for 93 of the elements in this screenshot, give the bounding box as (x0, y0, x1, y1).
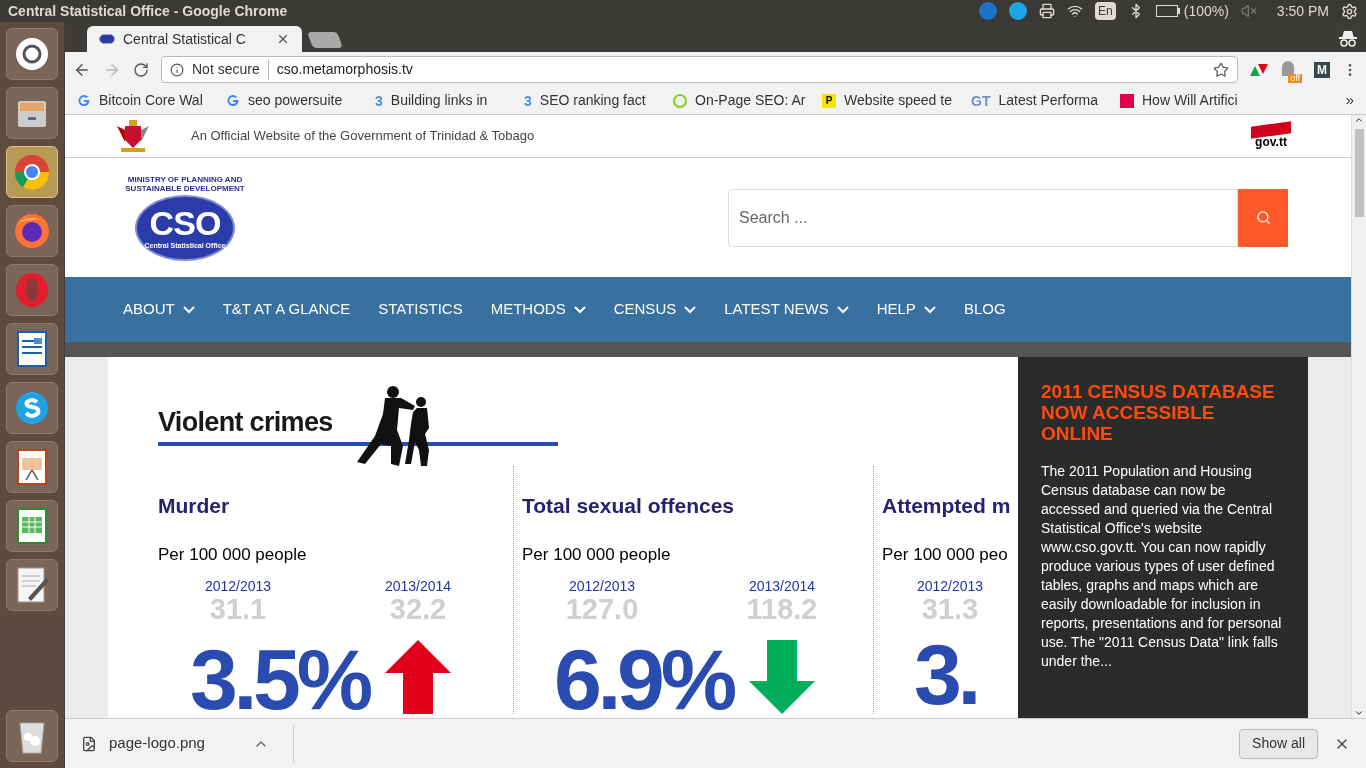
year-label: 2013/2014 (384, 579, 452, 593)
nav-link[interactable]: LATEST NEWS (724, 298, 849, 321)
year-label: 2012/2013 (568, 579, 636, 593)
info-icon[interactable] (170, 62, 184, 77)
download-filename[interactable]: page-logo.png (109, 732, 205, 755)
down-arrow-icon (748, 640, 815, 714)
year-label: 2012/2013 (916, 579, 984, 593)
volume-muted-icon[interactable] (1240, 3, 1257, 19)
keyboard-language[interactable]: En (1095, 2, 1116, 20)
bookmark-title: On-Page SEO: Ar (695, 91, 806, 110)
off-badge: off (1288, 73, 1302, 83)
bookmark-title: Website speed te (844, 91, 952, 110)
power-gear-icon[interactable] (1341, 2, 1358, 20)
favicon-square: P (822, 93, 836, 108)
file-icon (81, 735, 97, 752)
browser-tab[interactable]: Central Statistical C (87, 26, 302, 52)
favicon-text: 3 (375, 93, 383, 108)
google-g-icon (77, 93, 91, 108)
bookmark-item[interactable]: GT Latest Performa (971, 90, 1106, 111)
show-all-button[interactable]: Show all (1239, 728, 1318, 759)
change-percent: 3.5% (190, 645, 369, 714)
fox-browser-icon[interactable] (6, 205, 58, 257)
battery-percent: (100%) (1183, 1, 1229, 21)
reload-icon[interactable] (133, 61, 149, 78)
nav-link[interactable]: BLOG (963, 298, 1006, 321)
presentation-icon[interactable] (6, 441, 58, 493)
bookmark-title: SEO ranking fact (539, 91, 646, 110)
bookmark-title: How Will Artifici (1142, 91, 1238, 110)
up-arrow-icon (384, 640, 451, 714)
url-text: cso.metamorphosis.tv (276, 60, 413, 79)
stat-title: Total sexual offences (522, 493, 734, 519)
security-label: Not secure (192, 59, 269, 80)
favicon-text: 3 (524, 93, 532, 108)
ubuntu-logo-icon[interactable] (6, 28, 58, 80)
stat-unit: Per 100 000 people (158, 543, 307, 566)
search-button[interactable] (1238, 188, 1288, 247)
bookmark-item[interactable]: How Will Artifici (1120, 90, 1255, 111)
window-title: Central Statistical Office - Google Chrome (8, 1, 288, 21)
search-field[interactable]: Search ... (728, 188, 1238, 247)
government-banner-text: An Official Website of the Government of Trinidad & Tobago (191, 127, 535, 146)
close-icon[interactable] (276, 32, 290, 46)
stat-unit: Per 100 000 people (522, 543, 671, 566)
year-label: 2013/2014 (748, 579, 816, 593)
bookmark-star-icon[interactable] (1213, 61, 1229, 78)
incognito-icon (1338, 30, 1358, 48)
address-bar[interactable]: Not secure cso.metamorphosis.tv (161, 56, 1238, 83)
bookmark-title: seo powersuite (248, 91, 343, 110)
printer-icon[interactable] (1039, 3, 1056, 19)
spreadsheet-icon[interactable] (6, 500, 58, 552)
change-percent: 6.9% (554, 645, 733, 714)
news-body: The 2011 Population and Housing Census database can now be accessed and queried via the Central Statistical Office's website www.cso.gov.tt. You can now rapidly produce various types of user defined tables, graphs and maps which are easily downloadable for inclusion in reports, presentations and for personal use. The "2011 Census Data" link falls under the... (1041, 462, 1283, 671)
stat-title: Murder (158, 493, 230, 519)
battery-icon[interactable] (1155, 5, 1180, 17)
wifi-icon[interactable] (1067, 3, 1084, 19)
infographic-title: Violent crimes (158, 409, 333, 436)
bookmark-item[interactable]: 3 Building links in (375, 90, 510, 111)
bookmark-item[interactable]: On-Page SEO: Ar (673, 90, 808, 111)
bookmark-item[interactable]: P Website speed te (822, 90, 957, 111)
change-percent: 3. (914, 640, 978, 709)
stat-unit: Per 100 000 peo (882, 543, 1008, 566)
nav-link[interactable]: METHODS (490, 298, 586, 321)
bookmark-item[interactable]: Bitcoin Core Wal (77, 90, 212, 111)
google-g-icon (226, 93, 240, 108)
tab-title: Central Statistical C (123, 29, 246, 49)
trash-icon[interactable] (6, 710, 58, 762)
favicon-text: GT (971, 93, 991, 108)
search-icon (1255, 210, 1271, 225)
bookmark-item[interactable]: seo powersuite (226, 90, 361, 111)
bookmark-title: Building links in (390, 91, 488, 110)
bookmark-item[interactable]: 3 SEO ranking fact (524, 90, 659, 111)
nav-link[interactable]: STATISTICS (378, 298, 463, 321)
pencil-note-icon[interactable] (6, 559, 58, 611)
up-down-triangles-icon[interactable] (1250, 63, 1268, 76)
bookmark-title: Bitcoin Core Wal (99, 91, 203, 110)
scroll-down-icon[interactable] (1354, 708, 1364, 718)
news-title[interactable]: 2011 CENSUS DATABASE NOW ACCESSIBLE ONLINE (1041, 381, 1285, 444)
document-icon[interactable] (6, 323, 58, 375)
clock[interactable]: 3:50 PM (1276, 0, 1329, 22)
scroll-up-icon[interactable] (1354, 115, 1364, 125)
nav-link[interactable]: T&T AT A GLANCE (222, 298, 351, 321)
nav-link[interactable]: CENSUS (613, 298, 697, 321)
scrollbar-thumb[interactable] (1354, 129, 1364, 217)
chat-s-icon[interactable] (6, 382, 58, 434)
file-cabinet-icon[interactable] (6, 87, 58, 139)
bookmark-title: Latest Performa (998, 91, 1099, 110)
new-tab-button[interactable] (307, 32, 343, 48)
letter-m-extension[interactable]: M (1314, 61, 1330, 78)
ghost-icon[interactable] (1280, 59, 1296, 76)
more-bookmarks[interactable]: » (1345, 89, 1354, 112)
nav-link[interactable]: HELP (876, 298, 936, 321)
nav-link[interactable]: ABOUT (123, 298, 195, 321)
stat-title: Attempted m (882, 493, 1011, 519)
year-label: 2012/2013 (204, 579, 272, 593)
